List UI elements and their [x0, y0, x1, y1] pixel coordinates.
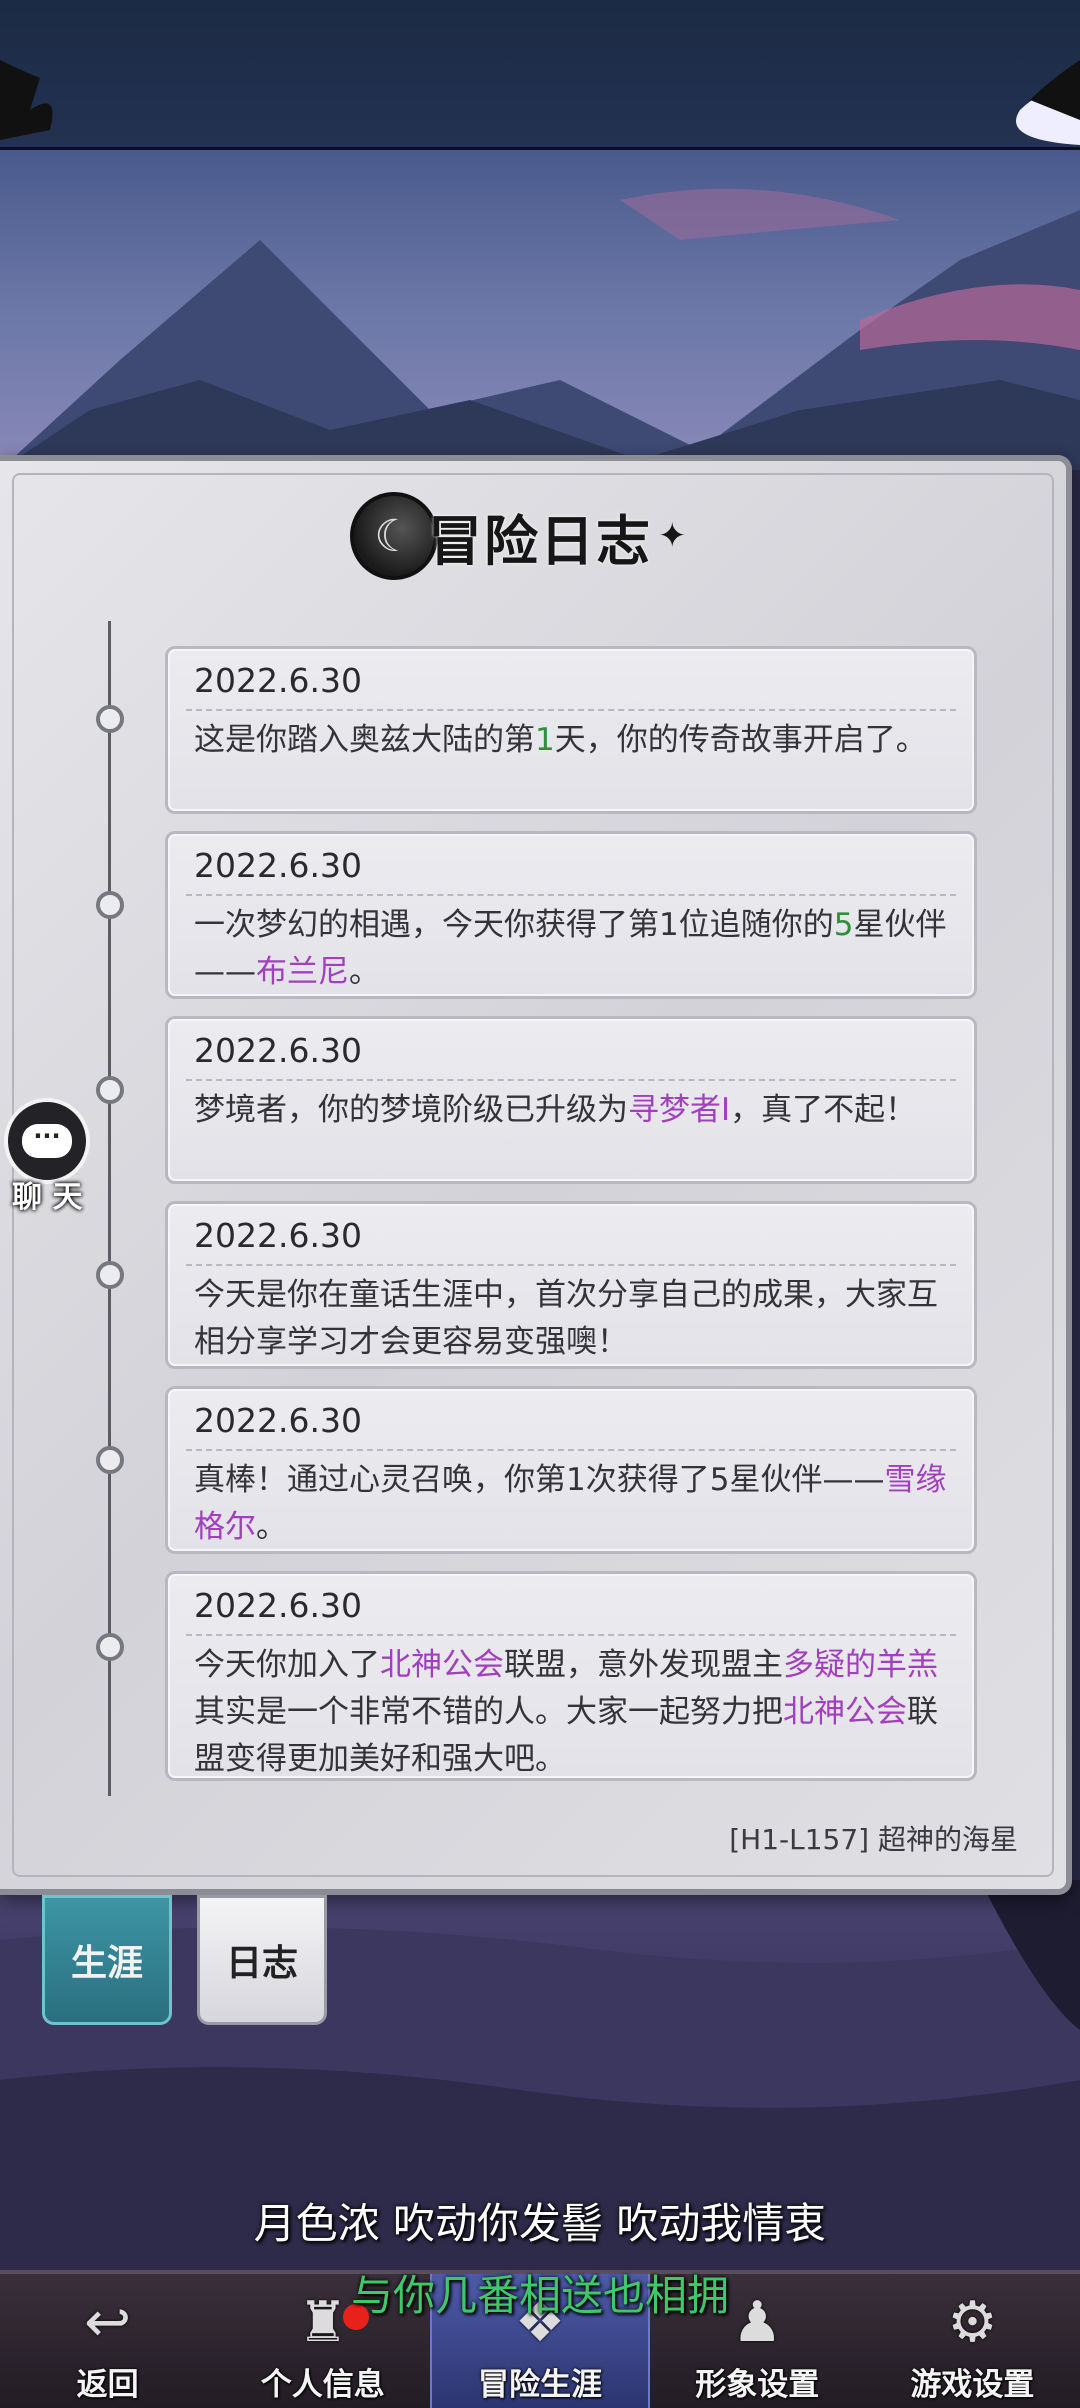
- entry-date: 2022.6.30: [194, 1401, 362, 1440]
- tab-log[interactable]: 日志: [197, 1895, 327, 2025]
- journal-entry: 2022.6.30 今天是你在童话生涯中，首次分享自己的成果，大家互相分享学习才会…: [165, 1201, 977, 1369]
- entry-divider: [186, 709, 956, 711]
- entry-divider: [186, 1079, 956, 1081]
- entry-text-segment: 联盟，意外发现盟主: [504, 1647, 783, 1683]
- entry-date: 2022.6.30: [194, 846, 362, 885]
- timeline-node: [96, 705, 124, 733]
- entry-text-segment: 今天你加入了: [194, 1647, 380, 1683]
- highlighted-text: 1: [535, 722, 555, 758]
- tree-silhouette-icon: [0, 60, 1080, 145]
- tab-career[interactable]: 生涯: [42, 1895, 172, 2025]
- journal-entry: 2022.6.30 真棒！通过心灵召唤，你第1次获得了5星伙伴——雪缘格尔。: [165, 1386, 977, 1554]
- tab-career-label: 生涯: [70, 1943, 143, 1984]
- journal-title: ☾ 冒险日志 ✦: [350, 481, 730, 591]
- entry-text: 梦境者，你的梦境阶级已升级为寻梦者Ⅰ，真了不起！: [194, 1087, 950, 1134]
- entry-text-segment: 真棒！通过心灵召唤，你第1次获得了5星伙伴——: [194, 1462, 885, 1498]
- sky-background: [0, 150, 1080, 470]
- entry-text: 今天是你在童话生涯中，首次分享自己的成果，大家互相分享学习才会更容易变强噢！: [194, 1272, 950, 1366]
- journal-entry: 2022.6.30 梦境者，你的梦境阶级已升级为寻梦者Ⅰ，真了不起！: [165, 1016, 977, 1184]
- highlighted-text: 北神公会: [783, 1694, 907, 1730]
- entry-divider: [186, 1449, 956, 1451]
- highlighted-text: 5: [833, 907, 854, 943]
- highlighted-text: 多疑的羊羔: [783, 1647, 938, 1683]
- entry-text: 这是你踏入奥兹大陆的第1天，你的传奇故事开启了。: [194, 717, 950, 764]
- chat-button[interactable]: ··· 聊 天: [4, 1098, 96, 1215]
- top-banner: [0, 0, 1080, 150]
- highlighted-text: 寻梦者Ⅰ: [628, 1092, 731, 1128]
- highlighted-text: 北神公会: [380, 1647, 504, 1683]
- timeline-node: [96, 1446, 124, 1474]
- entry-text-segment: 其实是一个非常不错的人。大家一起努力把: [194, 1694, 783, 1730]
- entry-text-segment: ，真了不起！: [730, 1092, 917, 1128]
- entry-text-segment: 。: [256, 1509, 287, 1545]
- entry-text-segment: 梦境者，你的梦境阶级已升级为: [194, 1092, 628, 1128]
- timeline-node: [96, 891, 124, 919]
- entry-date: 2022.6.30: [194, 1031, 362, 1070]
- entry-text-segment: 这是你踏入奥兹大陆的第: [194, 722, 535, 758]
- entry-text: 真棒！通过心灵召唤，你第1次获得了5星伙伴——雪缘格尔。: [194, 1457, 950, 1551]
- journal-entry: 2022.6.30 这是你踏入奥兹大陆的第1天，你的传奇故事开启了。: [165, 646, 977, 814]
- chat-label: 聊 天: [12, 1180, 83, 1215]
- crescent-moon-icon: ☾: [350, 492, 438, 580]
- entry-text: 一次梦幻的相遇，今天你获得了第1位追随你的5星伙伴——布兰尼。: [194, 902, 950, 996]
- player-signature: [H1-L157] 超神的海星: [729, 1823, 1018, 1856]
- journal-entry: 2022.6.30 一次梦幻的相遇，今天你获得了第1位追随你的5星伙伴——布兰尼。: [165, 831, 977, 999]
- mountain-range: [0, 188, 1080, 470]
- bat-icon: ✦: [658, 516, 687, 556]
- timeline-node: [96, 1633, 124, 1661]
- entry-text-segment: 一次梦幻的相遇，今天你获得了第1位追随你的: [194, 907, 834, 943]
- adventure-journal-panel: ☾ 冒险日志 ✦ 2022.6.30 这是你踏入奥兹大陆的第1天，你的传奇故事开启…: [0, 455, 1072, 1895]
- entry-text-segment: 。: [349, 954, 380, 990]
- entry-text-segment: 今天是你在童话生涯中，首次分享自己的成果，大家互相分享学习才会更容易变强噢！: [194, 1277, 938, 1360]
- lyric-line-2: 与你几番相送也相拥: [350, 2271, 729, 2320]
- lyric-line-1: 月色浓 吹动你发髻 吹动我情衷: [253, 2199, 827, 2248]
- tab-log-label: 日志: [225, 1943, 298, 1984]
- entry-date: 2022.6.30: [194, 1216, 362, 1255]
- entry-divider: [186, 1634, 956, 1636]
- entry-divider: [186, 894, 956, 896]
- journal-entry: 2022.6.30 今天你加入了北神公会联盟，意外发现盟主多疑的羊羔其实是一个非常…: [165, 1571, 977, 1781]
- timeline-line: [108, 621, 111, 1796]
- timeline-node: [96, 1076, 124, 1104]
- entry-text: 今天你加入了北神公会联盟，意外发现盟主多疑的羊羔其实是一个非常不错的人。大家一起…: [194, 1642, 950, 1783]
- timeline-node: [96, 1261, 124, 1289]
- entry-date: 2022.6.30: [194, 1586, 362, 1625]
- journal-title-text: 冒险日志: [428, 508, 652, 573]
- entry-date: 2022.6.30: [194, 661, 362, 700]
- highlighted-text: 布兰尼: [256, 954, 349, 990]
- entry-text-segment: 天，你的传奇故事开启了。: [554, 722, 927, 758]
- entry-divider: [186, 1264, 956, 1266]
